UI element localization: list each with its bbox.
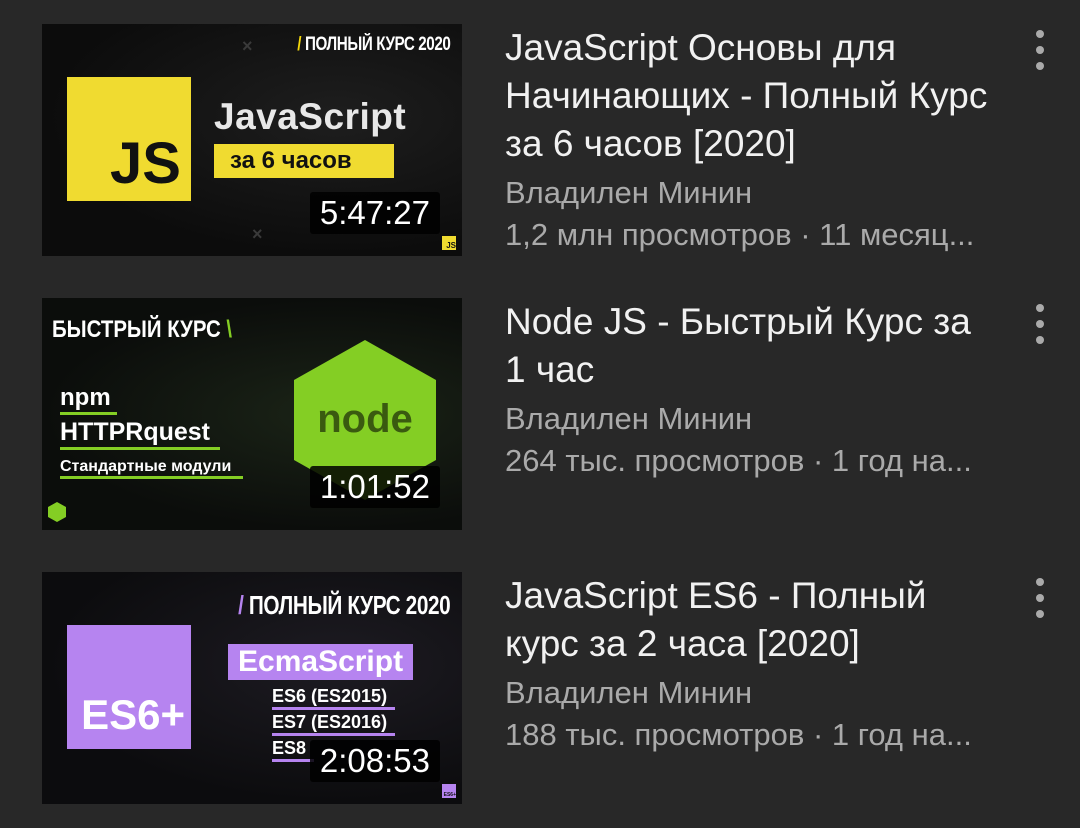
channel-name[interactable]: Владилен Минин <box>505 672 1045 714</box>
thumbnail-subline: за 6 часов <box>214 144 394 178</box>
thumbnail-line-1: ES6 (ES2015) <box>272 686 396 710</box>
video-item[interactable]: / ПОЛНЫЙ КУРС 2020 ES6+ EcmaScript ES6 (… <box>0 572 1080 804</box>
channel-corner-logo <box>48 502 66 522</box>
decor-cross-icon: × <box>252 224 263 244</box>
video-meta: 264 тыс. просмотров · 1 год на... <box>505 443 972 478</box>
more-vert-icon[interactable] <box>1022 304 1058 344</box>
thumbnail-badge: БЫСТРЫЙ КУРС \ <box>52 316 233 343</box>
thumbnail-line-3: ES8 <box>272 738 315 762</box>
channel-name[interactable]: Владилен Минин <box>505 172 1045 214</box>
js-logo: JS <box>67 77 191 201</box>
thumbnail-headline: JavaScript <box>214 96 407 137</box>
thumbnail-badge: / ПОЛНЫЙ КУРС 2020 <box>296 34 451 55</box>
video-item[interactable]: × × / ПОЛНЫЙ КУРС 2020 JS JavaScript за … <box>0 24 1080 256</box>
thumbnail-line-2: HTTPRquest <box>60 418 220 450</box>
video-info[interactable]: Node JS - Быстрый Курс за 1 час Владилен… <box>505 298 1000 482</box>
more-vert-icon[interactable] <box>1022 30 1058 70</box>
svg-text:node: node <box>317 397 413 441</box>
video-thumbnail[interactable]: / ПОЛНЫЙ КУРС 2020 ES6+ EcmaScript ES6 (… <box>42 572 462 804</box>
video-info[interactable]: JavaScript ES6 - Полный курс за 2 часа [… <box>505 572 1000 756</box>
video-duration: 5:47:27 <box>309 192 440 234</box>
video-thumbnail[interactable]: × × / ПОЛНЫЙ КУРС 2020 JS JavaScript за … <box>42 24 462 256</box>
thumbnail-headline: EcmaScript <box>228 644 414 680</box>
video-info[interactable]: JavaScript Основы для Начинающих - Полны… <box>505 24 1000 256</box>
video-title[interactable]: Node JS - Быстрый Курс за 1 час <box>505 298 1000 394</box>
video-meta: 188 тыс. просмотров · 1 год на... <box>505 717 972 752</box>
thumbnail-badge: / ПОЛНЫЙ КУРС 2020 <box>237 590 451 620</box>
thumbnail-line-3: Стандартные модули <box>60 458 244 479</box>
decor-cross-icon: × <box>242 36 253 56</box>
es6-logo: ES6+ <box>67 625 191 749</box>
thumbnail-line-1: npm <box>60 384 117 415</box>
video-title[interactable]: JavaScript ES6 - Полный курс за 2 часа [… <box>505 572 1000 668</box>
more-vert-icon[interactable] <box>1022 578 1058 618</box>
thumbnail-line-2: ES7 (ES2016) <box>272 712 396 736</box>
video-item[interactable]: БЫСТРЫЙ КУРС \ node npm HTTPRquest Станд… <box>0 298 1080 530</box>
channel-corner-logo: ES6+ <box>442 784 456 798</box>
video-duration: 1:01:52 <box>309 466 440 508</box>
video-meta: 1,2 млн просмотров · 11 месяц... <box>505 217 975 252</box>
video-thumbnail[interactable]: БЫСТРЫЙ КУРС \ node npm HTTPRquest Станд… <box>42 298 462 530</box>
video-list: × × / ПОЛНЫЙ КУРС 2020 JS JavaScript за … <box>0 0 1080 828</box>
channel-name[interactable]: Владилен Минин <box>505 398 1045 440</box>
video-duration: 2:08:53 <box>309 740 440 782</box>
channel-corner-logo: JS <box>442 236 456 250</box>
video-title[interactable]: JavaScript Основы для Начинающих - Полны… <box>505 24 1000 168</box>
